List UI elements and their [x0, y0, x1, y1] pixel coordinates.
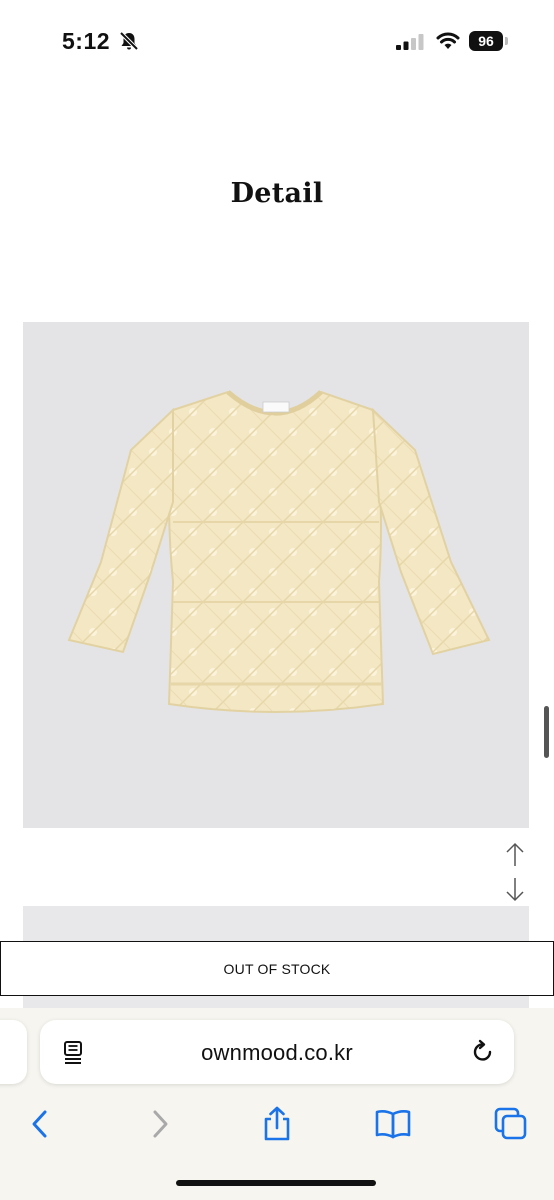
tabs-icon[interactable] [491, 1104, 531, 1144]
image-nav-arrows [500, 840, 530, 906]
reload-icon[interactable] [470, 1039, 496, 1065]
arrow-up-icon[interactable] [500, 840, 530, 870]
battery-level: 96 [469, 31, 503, 51]
signal-icon [396, 34, 426, 50]
url-text[interactable]: ownmood.co.kr [40, 1040, 514, 1066]
battery-icon: 96 [469, 31, 509, 51]
status-time: 5:12 [62, 28, 111, 54]
share-icon[interactable] [257, 1104, 297, 1144]
page-title: Detail [230, 178, 324, 209]
out-of-stock-button[interactable]: OUT OF STOCK [0, 941, 554, 996]
bookmarks-icon[interactable] [373, 1104, 413, 1144]
address-bar[interactable]: ownmood.co.kr [40, 1020, 514, 1084]
browser-toolbar: ownmood.co.kr [0, 1008, 554, 1200]
knit-sweater-image [67, 390, 491, 713]
bell-slash-icon [118, 30, 140, 52]
wifi-icon [436, 31, 460, 51]
scrollbar[interactable] [544, 706, 549, 758]
previous-tab-card[interactable] [0, 1020, 27, 1084]
product-image[interactable] [23, 322, 529, 828]
status-bar: 5:12 96 [0, 0, 554, 80]
home-indicator[interactable] [176, 1180, 376, 1186]
forward-icon[interactable] [140, 1104, 180, 1144]
arrow-down-icon[interactable] [500, 874, 530, 904]
back-icon[interactable] [20, 1104, 60, 1144]
